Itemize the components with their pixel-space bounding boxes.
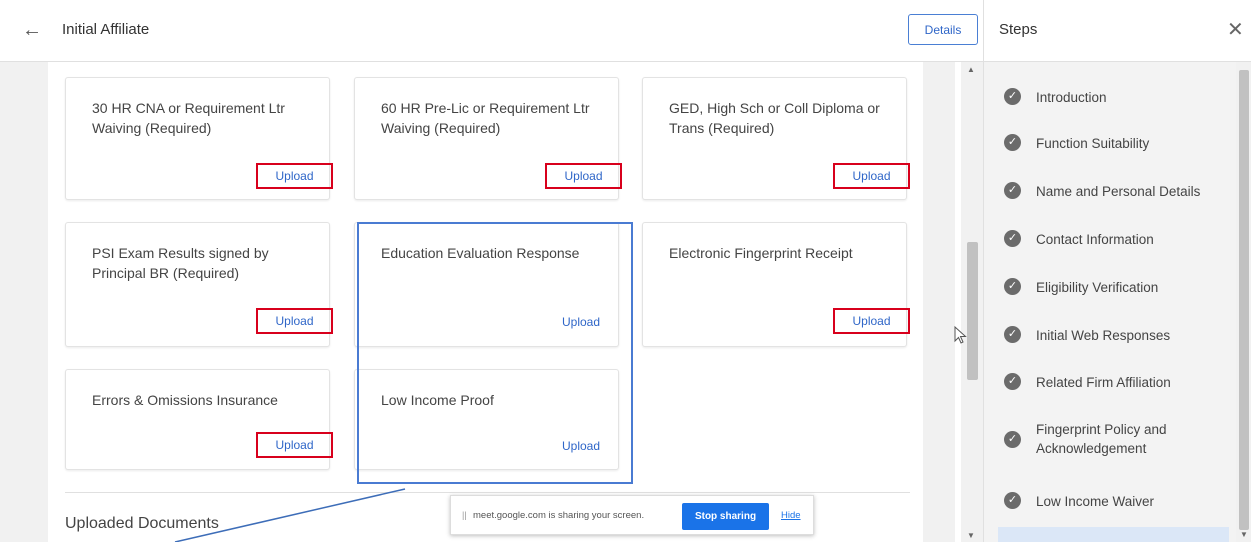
steps-header: Steps ✕ <box>984 0 1251 62</box>
step-label: Initial Web Responses <box>1036 328 1171 343</box>
check-circle-icon: ✓ <box>1004 182 1021 199</box>
mouse-cursor-icon <box>954 326 967 344</box>
check-circle-icon: ✓ <box>1004 134 1021 151</box>
scroll-up-icon[interactable]: ▲ <box>967 65 975 74</box>
steps-panel: Steps ✕ ✓ Introduction ✓ Function Suitab… <box>983 0 1251 542</box>
step-item-contact-information[interactable]: ✓ Contact Information <box>999 224 1229 254</box>
step-item-fingerprint-policy[interactable]: ✓ Fingerprint Policy and Acknowledgement <box>999 418 1229 462</box>
check-circle-icon: ✓ <box>1004 230 1021 247</box>
step-item-low-income-waiver[interactable]: ✓ Low Income Waiver <box>999 486 1229 516</box>
step-item-name-and-personal-details[interactable]: ✓ Name and Personal Details <box>999 176 1229 206</box>
step-label: Eligibility Verification <box>1036 280 1159 295</box>
document-title: Errors & Omissions Insurance <box>92 392 278 408</box>
document-title: PSI Exam Results signed by Principal BR … <box>92 245 269 281</box>
scroll-down-icon[interactable]: ▼ <box>1240 530 1248 539</box>
check-circle-icon: ✓ <box>1004 278 1021 295</box>
step-label: Low Income Waiver <box>1036 494 1155 509</box>
step-label: Fingerprint Policy and Acknowledgement <box>1036 422 1167 456</box>
right-gutter <box>923 62 955 542</box>
document-title: Electronic Fingerprint Receipt <box>669 245 853 261</box>
screen-share-message: meet.google.com is sharing your screen. <box>473 510 645 521</box>
upload-button[interactable]: Upload <box>256 308 333 334</box>
annotation-box <box>357 222 633 484</box>
page-title: Initial Affiliate <box>62 21 150 38</box>
main-scrollbar[interactable]: ▲ ▼ <box>961 62 983 542</box>
check-circle-icon: ✓ <box>1004 326 1021 343</box>
page-header: ← Initial Affiliate Details <box>0 0 983 62</box>
drag-handle-icon[interactable]: || <box>462 510 467 520</box>
upload-button[interactable]: Upload <box>545 163 622 189</box>
arrow-left-icon[interactable]: ← <box>20 18 44 42</box>
scroll-thumb[interactable] <box>967 242 978 380</box>
check-circle-icon: ✓ <box>1004 431 1021 448</box>
upload-button[interactable]: Upload <box>256 163 333 189</box>
steps-list: ✓ Introduction ✓ Function Suitability ✓ … <box>984 62 1251 542</box>
check-circle-icon: ✓ <box>1004 88 1021 105</box>
section-divider <box>65 492 910 493</box>
upload-button[interactable]: Upload <box>256 432 333 458</box>
screen-share-bar: || meet.google.com is sharing your scree… <box>450 495 814 535</box>
scroll-down-icon[interactable]: ▼ <box>967 531 975 540</box>
document-title: GED, High Sch or Coll Diploma or Trans (… <box>669 100 880 136</box>
step-item-related-firm-affiliation[interactable]: ✓ Related Firm Affiliation <box>999 367 1229 397</box>
step-label: Contact Information <box>1036 232 1154 247</box>
step-label: Name and Personal Details <box>1036 184 1201 199</box>
steps-scrollbar[interactable]: ▼ <box>1236 62 1251 542</box>
left-gutter <box>0 62 48 542</box>
step-item-current[interactable] <box>998 527 1229 542</box>
stop-sharing-button[interactable]: Stop sharing <box>682 503 769 530</box>
upload-button[interactable]: Upload <box>833 308 910 334</box>
step-item-eligibility-verification[interactable]: ✓ Eligibility Verification <box>999 272 1229 302</box>
steps-title: Steps <box>999 21 1038 38</box>
step-item-introduction[interactable]: ✓ Introduction <box>999 82 1229 112</box>
step-item-function-suitability[interactable]: ✓ Function Suitability <box>999 128 1229 158</box>
steps-scroll-thumb[interactable] <box>1239 70 1249 530</box>
close-icon[interactable]: ✕ <box>1227 18 1244 42</box>
check-circle-icon: ✓ <box>1004 373 1021 390</box>
document-title: 30 HR CNA or Requirement Ltr Waiving (Re… <box>92 100 285 136</box>
uploaded-documents-heading: Uploaded Documents <box>65 515 219 532</box>
step-item-initial-web-responses[interactable]: ✓ Initial Web Responses <box>999 320 1229 350</box>
check-circle-icon: ✓ <box>1004 492 1021 509</box>
hide-link[interactable]: Hide <box>781 510 801 521</box>
step-label: Introduction <box>1036 90 1107 105</box>
details-button[interactable]: Details <box>908 14 978 45</box>
upload-button[interactable]: Upload <box>833 163 910 189</box>
document-title: 60 HR Pre-Lic or Requirement Ltr Waiving… <box>381 100 590 136</box>
step-label: Function Suitability <box>1036 136 1150 151</box>
step-label: Related Firm Affiliation <box>1036 375 1171 390</box>
